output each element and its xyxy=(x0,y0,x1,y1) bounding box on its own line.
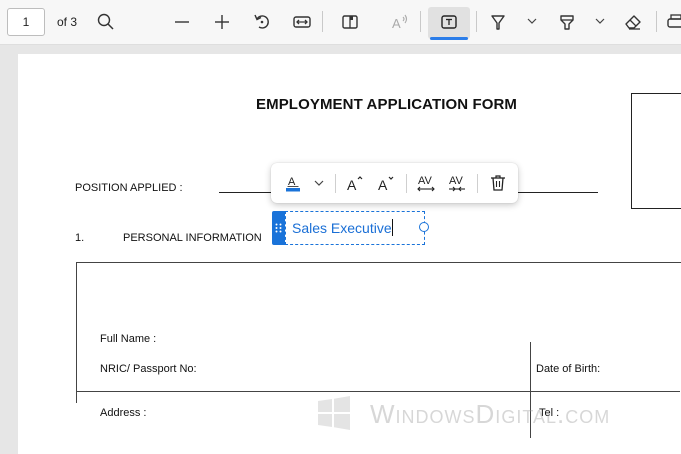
decrease-font-size-icon[interactable]: A xyxy=(374,171,398,195)
draw-options-chevron-icon[interactable] xyxy=(525,14,539,28)
fit-width-icon[interactable] xyxy=(290,10,314,34)
toolbar-divider xyxy=(420,11,421,32)
windows-logo-icon xyxy=(316,393,352,433)
print-icon[interactable] xyxy=(664,10,681,34)
document-title: EMPLOYMENT APPLICATION FORM xyxy=(256,96,518,113)
eraser-icon[interactable] xyxy=(621,10,645,34)
active-tool-indicator xyxy=(430,37,468,40)
svg-text:AV: AV xyxy=(418,175,433,187)
svg-text:A: A xyxy=(347,177,357,193)
photo-box xyxy=(631,93,681,209)
highlight-options-chevron-icon[interactable] xyxy=(593,14,607,28)
nric-label: NRIC/ Passport No: xyxy=(100,363,197,375)
format-toolbar-divider xyxy=(335,174,336,193)
add-text-icon[interactable] xyxy=(437,10,461,34)
zoom-out-icon[interactable] xyxy=(170,10,194,34)
page-view-icon[interactable] xyxy=(338,10,362,34)
svg-text:A: A xyxy=(392,16,401,31)
chevron-down-icon[interactable] xyxy=(307,171,331,195)
section-title: PERSONAL INFORMATION xyxy=(123,232,262,244)
drag-grip-icon xyxy=(275,223,282,233)
section-number: 1. xyxy=(75,232,85,244)
text-caret xyxy=(392,219,393,236)
format-toolbar-divider xyxy=(406,174,407,193)
page-total-label: of 3 xyxy=(57,15,78,29)
zoom-in-icon[interactable] xyxy=(210,10,234,34)
draw-icon[interactable] xyxy=(486,10,510,34)
personal-info-table xyxy=(76,262,681,403)
svg-text:AV: AV xyxy=(449,175,464,187)
format-toolbar-divider xyxy=(477,174,478,193)
rotate-icon[interactable] xyxy=(250,10,274,34)
svg-text:A: A xyxy=(378,177,388,193)
increase-spacing-icon[interactable]: AV xyxy=(414,171,438,195)
address-label: Address : xyxy=(100,407,147,419)
watermark-text: WindowsDigital.com xyxy=(370,399,611,429)
position-applied-label: POSITION APPLIED : xyxy=(75,182,183,194)
delete-icon[interactable] xyxy=(486,171,510,195)
search-icon[interactable] xyxy=(94,10,118,34)
toolbar-divider xyxy=(322,11,323,32)
text-format-toolbar: A A A AV AV xyxy=(271,163,518,203)
decrease-spacing-icon[interactable]: AV xyxy=(445,171,469,195)
page-number-input[interactable]: 1 xyxy=(7,8,45,36)
text-color-icon[interactable]: A xyxy=(281,171,305,195)
text-box-resize-handle[interactable] xyxy=(419,222,429,232)
pdf-toolbar: 1 of 3 A xyxy=(0,0,681,45)
text-box-drag-handle[interactable] xyxy=(272,211,285,245)
toolbar-divider xyxy=(656,11,657,32)
full-name-label: Full Name : xyxy=(100,333,157,345)
highlight-icon[interactable] xyxy=(555,10,579,34)
table-column-divider xyxy=(530,342,531,392)
toolbar-divider xyxy=(476,11,477,32)
read-aloud-icon[interactable]: A xyxy=(388,10,412,34)
text-box-value[interactable]: Sales Executive xyxy=(292,220,392,236)
table-row-divider xyxy=(76,391,680,392)
date-of-birth-label: Date of Birth: xyxy=(536,363,601,375)
increase-font-size-icon[interactable]: A xyxy=(343,171,367,195)
